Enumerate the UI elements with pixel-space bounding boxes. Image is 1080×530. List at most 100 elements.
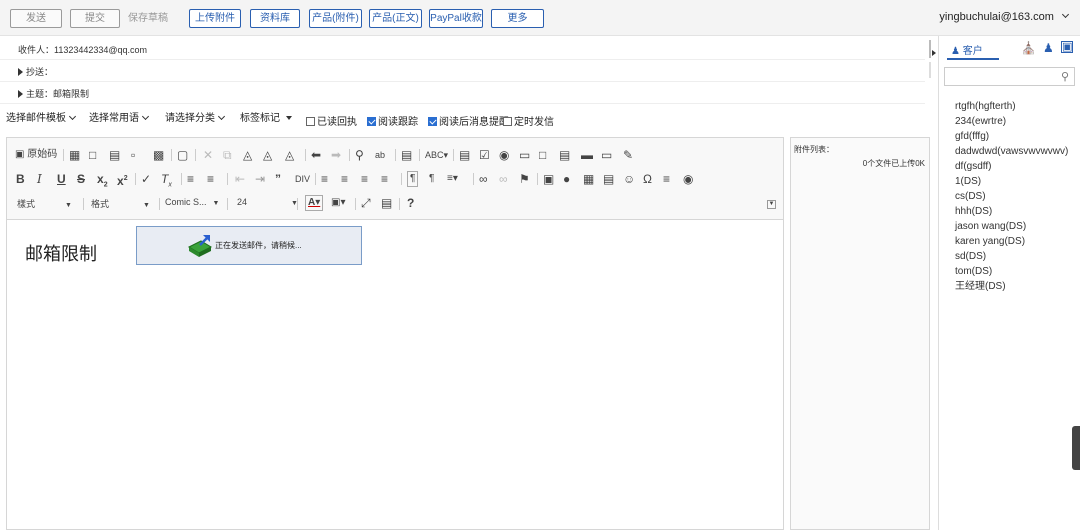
horizontal-rule-icon[interactable]: ▤ (603, 172, 614, 186)
product-body-button[interactable]: 产品(正文) (369, 9, 422, 28)
special-char-icon[interactable]: Ω (643, 172, 652, 186)
italic-icon[interactable]: I (37, 172, 42, 186)
to-field[interactable]: 收件人：11323442334@qq.com (18, 43, 147, 56)
list-item[interactable]: gfd(fffg) (955, 129, 1068, 144)
help-icon[interactable]: ? (407, 196, 414, 210)
scrollbar[interactable] (929, 40, 931, 58)
print-icon[interactable]: ▩ (153, 148, 164, 162)
outdent-icon[interactable]: ⇤ (235, 172, 245, 186)
collapse-toolbar-icon[interactable]: ▼ (767, 200, 776, 209)
remove-format-icon[interactable]: Tx (161, 172, 172, 192)
tab-customer[interactable]: ♟ 客户 (951, 42, 983, 57)
side-drawer-handle[interactable] (1072, 426, 1080, 470)
read-tracking-checkbox[interactable]: 阅读跟踪 (367, 113, 418, 128)
smiley-icon[interactable]: ☺ (623, 172, 635, 186)
subscript-icon[interactable]: x2 (97, 172, 108, 192)
list-item[interactable]: dadwdwd(vawsvwvwvwv) (955, 144, 1068, 159)
library-button[interactable]: 资料库 (250, 9, 300, 28)
bulleted-list-icon[interactable]: ≡ (207, 172, 214, 186)
list-item[interactable]: rtgfh(hgfterth) (955, 99, 1068, 114)
strikethrough-icon[interactable]: S (77, 172, 85, 186)
collapse-arrow-icon[interactable] (932, 50, 936, 56)
save-icon[interactable]: ▦ (69, 148, 80, 162)
tag-select[interactable]: 标签标记 (240, 108, 292, 130)
copy-icon[interactable]: ⧉ (223, 148, 232, 162)
numbered-list-icon[interactable]: ≡ (187, 172, 194, 186)
background-color-icon[interactable]: ▣▾ (331, 196, 345, 210)
textarea-icon[interactable]: □ (539, 148, 546, 162)
image-icon[interactable]: ▣ (543, 172, 554, 186)
hidden-field-icon[interactable]: ✎ (623, 148, 633, 162)
checkbox-icon[interactable]: ☑ (479, 148, 490, 162)
textfield-icon[interactable]: ▭ (519, 148, 530, 162)
button-field-icon[interactable]: ▬ (581, 148, 593, 162)
form-icon[interactable]: ▤ (459, 148, 470, 162)
link-icon[interactable]: ∞ (479, 172, 488, 186)
font-combo[interactable]: Comic S... ▼ (165, 197, 219, 207)
list-item[interactable]: 1(DS) (955, 174, 1068, 189)
template-select[interactable]: 选择邮件模板 (6, 108, 77, 130)
category-select[interactable]: 请选择分类 (165, 108, 226, 130)
user-menu[interactable]: yingbuchulai@163.com (939, 10, 1070, 23)
product-attachment-button[interactable]: 产品(附件) (309, 9, 362, 28)
shop-icon[interactable]: ⛪ (1021, 41, 1036, 55)
send-button[interactable]: 发送 (10, 9, 62, 28)
save-draft-button[interactable]: 保存草稿 (128, 9, 168, 28)
person-icon[interactable]: ♟ (1043, 41, 1054, 55)
div-container-icon[interactable]: DIV (295, 172, 310, 186)
paste-word-icon[interactable]: ◬ (285, 148, 294, 162)
flash-icon[interactable]: ● (563, 172, 570, 186)
scheduled-send-checkbox[interactable]: 定时发信 (503, 113, 554, 128)
format-combo[interactable]: 格式 ▼ (91, 197, 150, 210)
undo-icon[interactable]: ⬅ (311, 148, 321, 162)
image-button-icon[interactable]: ▭ (601, 148, 612, 162)
cc-field[interactable]: 抄送： (18, 65, 53, 78)
table-icon[interactable]: ▦ (583, 172, 594, 186)
select-all-icon[interactable]: ▤ (401, 148, 412, 162)
replace-icon[interactable]: ab (375, 148, 385, 162)
rtl-icon[interactable]: ¶ (429, 172, 434, 186)
paste-icon[interactable]: ◬ (243, 148, 252, 162)
text-color-icon[interactable]: A▾ (305, 195, 324, 211)
list-item[interactable]: tom(DS) (955, 264, 1068, 279)
pdf-icon[interactable]: ▤ (109, 148, 120, 162)
upload-attachment-button[interactable]: 上传附件 (189, 9, 241, 28)
justify-icon[interactable]: ≡ (381, 172, 388, 186)
contact-card-icon[interactable]: ▣ (1061, 41, 1073, 53)
anchor-flag-icon[interactable]: ⚑ (519, 172, 530, 186)
page-break-icon[interactable]: ≡ (663, 172, 670, 186)
submit-button[interactable]: 提交 (70, 9, 120, 28)
list-item[interactable]: cs(DS) (955, 189, 1068, 204)
show-blocks-icon[interactable]: ▤ (381, 196, 392, 210)
paste-text-icon[interactable]: ◬ (263, 148, 272, 162)
maximize-icon[interactable]: ⤢ (361, 196, 371, 210)
list-item[interactable]: 王经理(DS) (955, 279, 1068, 294)
new-page-icon[interactable]: □ (89, 148, 96, 162)
indent-icon[interactable]: ⇥ (255, 172, 265, 186)
source-button[interactable]: ▣ 原始码 (15, 148, 57, 162)
list-item[interactable]: 234(ewrtre) (955, 114, 1068, 129)
language-icon[interactable]: ≡▾ (447, 172, 458, 186)
read-receipt-checkbox[interactable]: 已读回执 (306, 113, 357, 128)
align-center-icon[interactable]: ≡ (341, 172, 348, 186)
radio-icon[interactable]: ◉ (499, 148, 509, 162)
list-item[interactable]: hhh(DS) (955, 204, 1068, 219)
redo-icon[interactable]: ➡ (331, 148, 341, 162)
paypal-button[interactable]: PayPal收款 (429, 9, 483, 28)
select-field-icon[interactable]: ▤ (559, 148, 570, 162)
list-item[interactable]: sd(DS) (955, 249, 1068, 264)
ltr-icon[interactable]: ¶ (407, 171, 419, 187)
unlink-icon[interactable]: ∞ (499, 172, 508, 186)
search-icon[interactable]: ⚲ (1061, 70, 1069, 83)
list-item[interactable]: jason wang(DS) (955, 219, 1068, 234)
iframe-icon[interactable]: ◉ (683, 172, 693, 186)
phrases-select[interactable]: 选择常用语 (89, 108, 150, 130)
bold-icon[interactable]: B (16, 172, 25, 186)
find-icon[interactable]: ⚲ (355, 148, 364, 162)
underline-icon[interactable]: U (57, 172, 66, 186)
templates-icon[interactable]: ▢ (177, 148, 188, 162)
align-right-icon[interactable]: ≡ (361, 172, 368, 186)
align-left-icon[interactable]: ≡ (321, 172, 328, 186)
editor-content[interactable]: 邮箱限制 正在发送邮件，请稍候... (7, 220, 783, 529)
subject-field[interactable]: 主题：邮箱限制 (18, 87, 89, 100)
